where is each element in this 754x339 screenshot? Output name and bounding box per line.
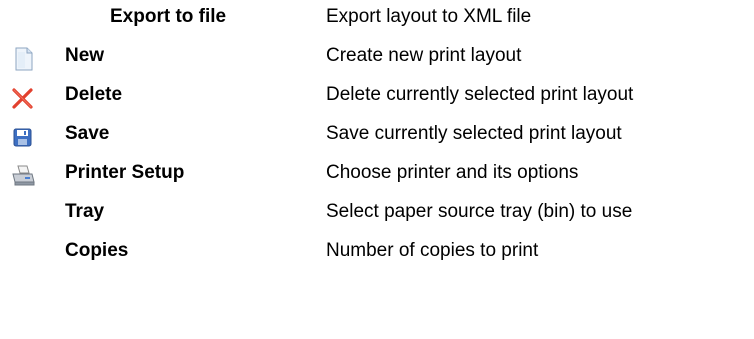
row-label: Export to file (110, 6, 227, 27)
row-label: Save (65, 123, 110, 144)
delete-x-icon (10, 85, 36, 111)
floppy-disk-icon (10, 124, 36, 150)
row-label: New (65, 45, 105, 66)
printer-icon (10, 163, 36, 189)
row-label: Delete (65, 84, 123, 105)
new-document-icon (10, 46, 36, 72)
row-description: Save currently selected print layout (326, 123, 622, 144)
row-label: Tray (65, 201, 105, 222)
row-new: New Create new print layout (0, 39, 754, 71)
row-description: Create new print layout (326, 45, 522, 66)
row-copies: Copies Number of copies to print (0, 234, 754, 266)
row-description: Select paper source tray (bin) to use (326, 201, 633, 222)
row-description: Number of copies to print (326, 240, 539, 261)
row-label: Printer Setup (65, 162, 185, 183)
row-export-to-file: Export to file Export layout to XML file (0, 0, 754, 32)
row-delete: Delete Delete currently selected print l… (0, 78, 754, 110)
row-label: Copies (65, 240, 129, 261)
row-tray: Tray Select paper source tray (bin) to u… (0, 195, 754, 227)
row-save: Save Save currently selected print layou… (0, 117, 754, 149)
row-printer-setup: Printer Setup Choose printer and its opt… (0, 156, 754, 188)
row-description: Delete currently selected print layout (326, 84, 634, 105)
row-description: Export layout to XML file (326, 6, 532, 27)
row-description: Choose printer and its options (326, 162, 579, 183)
